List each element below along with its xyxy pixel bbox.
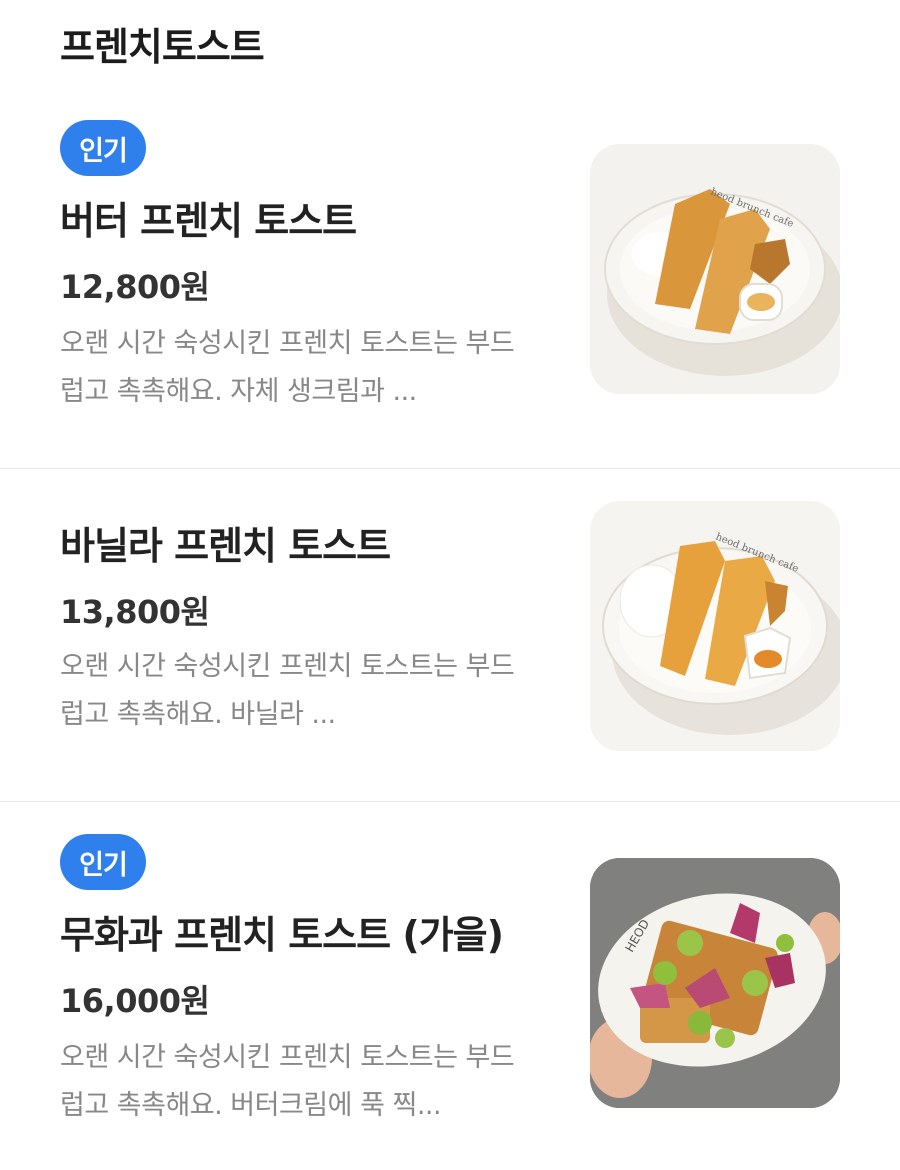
item-name: 바닐라 프렌치 토스트 — [60, 524, 391, 568]
popular-badge: 인기 — [60, 834, 146, 890]
item-description: 오랜 시간 숙성시킨 프렌치 토스트는 부드럽고 촉촉해요. 바닐라 ... — [60, 651, 515, 730]
menu-item-butter-french-toast[interactable]: 인기 버터 프렌치 토스트 12,800원 오랜 시간 숙성시킨 프렌치 토스트… — [0, 0, 900, 468]
fig-french-toast-image: HEOD — [590, 858, 840, 1108]
vanilla-french-toast-image: heod brunch cafe — [590, 501, 840, 751]
item-description: 오랜 시간 숙성시킨 프렌치 토스트는 부드럽고 촉촉해요. 자체 생크림과 .… — [60, 328, 515, 407]
item-name: 버터 프렌치 토스트 — [60, 199, 357, 243]
item-price: 13,800원 — [60, 593, 210, 631]
item-description: 오랜 시간 숙성시킨 프렌치 토스트는 부드럽고 촉촉해요. 버터크림에 푹 찍… — [60, 1042, 515, 1121]
popular-badge: 인기 — [60, 120, 146, 176]
item-price: 12,800원 — [60, 268, 210, 306]
item-price: 16,000원 — [60, 982, 210, 1020]
menu-item-fig-french-toast[interactable]: 인기 무화과 프렌치 토스트 (가을) 16,000원 오랜 시간 숙성시킨 프… — [0, 802, 900, 1170]
item-name: 무화과 프렌치 토스트 (가을) — [60, 913, 504, 957]
butter-french-toast-image: heod brunch cafe — [590, 144, 840, 394]
menu-item-vanilla-french-toast[interactable]: 바닐라 프렌치 토스트 13,800원 오랜 시간 숙성시킨 프렌치 토스트는 … — [0, 469, 900, 801]
